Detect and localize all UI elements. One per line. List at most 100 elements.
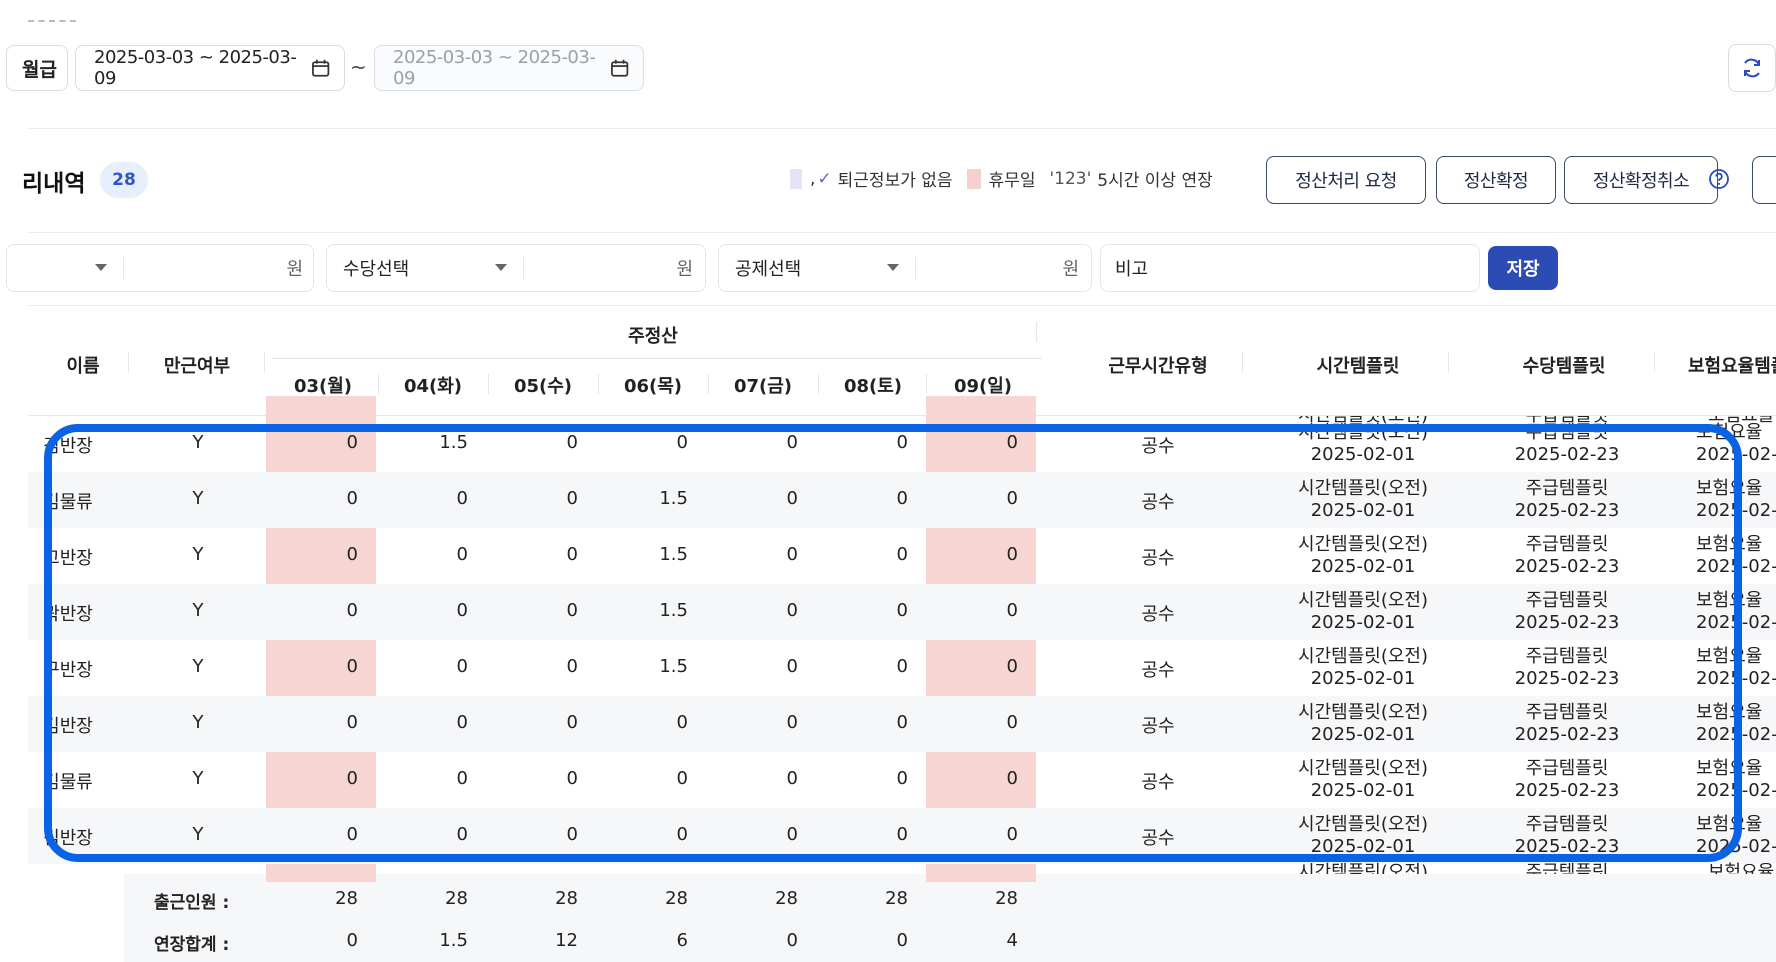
compare-date-range-value: 2025-03-03 ~ 2025-03-09: [393, 47, 596, 89]
header-day-0[interactable]: 03(월): [268, 372, 378, 398]
overtime-sum-value: 0: [346, 930, 358, 951]
overtime-sum-value: 0: [896, 930, 908, 951]
date-range-picker[interactable]: 2025-03-03 ~ 2025-03-09: [75, 45, 345, 91]
legend-sample: '123': [1049, 168, 1092, 189]
attend-count-value: 28: [445, 888, 468, 909]
header-name[interactable]: 이름: [28, 352, 138, 378]
attend-count-value: 28: [995, 888, 1018, 909]
header-divider: [128, 352, 129, 372]
settlement-request-button[interactable]: 정산처리 요청: [1266, 156, 1426, 204]
attend-count-value: 28: [885, 888, 908, 909]
header-day-6[interactable]: 09(일): [928, 372, 1038, 398]
attend-count-value: 28: [775, 888, 798, 909]
overtime-sum-value: 12: [555, 930, 578, 951]
overtime-sum-label: 연장합계 :: [154, 935, 230, 955]
item-amount-input[interactable]: 원: [127, 245, 303, 291]
holiday-column-marker: [926, 396, 1036, 416]
chevron-down-icon: [887, 264, 899, 271]
header-divider: [926, 374, 927, 394]
header-day-2[interactable]: 05(수): [488, 372, 598, 398]
pay-type-select[interactable]: 월급: [6, 45, 68, 91]
time-template-cell: 시간템플릿(오전): [1298, 862, 1428, 874]
footer-blank: [28, 874, 124, 962]
chevron-down-icon: [495, 264, 507, 271]
settlement-cancel-button[interactable]: 정산확정취소: [1564, 156, 1718, 204]
deduction-select-label: 공제선택: [735, 259, 802, 280]
allowance-template-cell: 주급템플릿: [1525, 862, 1609, 874]
field-divider: [915, 257, 916, 279]
header-day-5[interactable]: 08(토): [818, 372, 928, 398]
header-divider: [1242, 352, 1243, 372]
overtime-sum-value: 6: [676, 930, 688, 951]
header-divider: [264, 352, 265, 372]
refresh-button[interactable]: [1728, 44, 1776, 92]
table-footer: 출근인원 : 연장합계 : 28 28 28 28 28 28 28 0 1.5 12 6 0 0 4: [28, 874, 1776, 962]
deduction-filter-group: 공제선택 원: [718, 244, 1092, 292]
header-divider: [1036, 322, 1037, 342]
no-checkout-swatch: [790, 168, 802, 189]
memo-placeholder: 비고: [1115, 259, 1149, 280]
legend-no-checkout: 퇴근정보가 없음: [837, 171, 953, 191]
won-label: 원: [676, 259, 693, 280]
overtime-sum-value: 0: [786, 930, 798, 951]
cut-off-header: [28, 20, 76, 32]
deduction-select[interactable]: 공제선택: [735, 245, 899, 291]
divider: [28, 128, 1776, 129]
header-day-3[interactable]: 06(목): [598, 372, 708, 398]
header-insurance-template[interactable]: 보험요율템플: [1688, 352, 1776, 378]
date-range-value: 2025-03-03 ~ 2025-03-09: [94, 47, 297, 89]
overtime-sum-value: 1.5: [439, 930, 468, 951]
check-icon: ✓: [817, 168, 832, 189]
won-label: 원: [1062, 259, 1079, 280]
divider: [28, 232, 1776, 233]
holiday-column-marker: [266, 396, 376, 416]
header-allowance-template[interactable]: 수당템플릿: [1464, 352, 1664, 378]
item-select[interactable]: [19, 245, 107, 291]
extra-button[interactable]: [1752, 156, 1776, 204]
item-filter-group: 원: [6, 244, 314, 292]
table-header: 이름 만근여부 주정산 03(월) 04(화) 05(수) 06(목) 07(금…: [28, 306, 1776, 416]
save-button[interactable]: 저장: [1488, 246, 1558, 290]
field-divider: [523, 257, 524, 279]
compare-date-range-picker[interactable]: 2025-03-03 ~ 2025-03-09: [374, 45, 644, 91]
attend-count-value: 28: [665, 888, 688, 909]
header-divider: [1448, 352, 1449, 372]
attend-count-label: 출근인원 :: [154, 893, 230, 913]
allowance-filter-group: 수당선택 원: [326, 244, 706, 292]
legend-holiday: 휴무일: [988, 171, 1036, 191]
settlement-confirm-button[interactable]: 정산확정: [1436, 156, 1556, 204]
holiday-column-marker: [926, 874, 1036, 882]
header-day-1[interactable]: 04(화): [378, 372, 488, 398]
help-icon[interactable]: [1708, 168, 1730, 190]
attend-count-value: 28: [335, 888, 358, 909]
deduction-amount-input[interactable]: 원: [919, 245, 1079, 291]
settlement-page: 월급 2025-03-03 ~ 2025-03-09 ~ 2025-03-03 …: [0, 0, 1776, 962]
section-title: 리내역: [22, 171, 86, 197]
allowance-amount-input[interactable]: 원: [527, 245, 693, 291]
header-work-type[interactable]: 근무시간유형: [1058, 352, 1258, 378]
header-full-attendance[interactable]: 만근여부: [138, 352, 256, 378]
refresh-icon: [1744, 58, 1760, 78]
header-day-4[interactable]: 07(금): [708, 372, 818, 398]
holiday-swatch: [966, 168, 981, 189]
overtime-sum-value: 4: [1006, 930, 1018, 951]
memo-input[interactable]: 비고: [1100, 244, 1480, 292]
insurance-template-cell: 보험요율: [1708, 862, 1775, 874]
range-separator: ~: [350, 55, 367, 79]
calendar-icon: [311, 59, 329, 77]
header-divider: [1654, 352, 1655, 372]
calendar-icon: [610, 59, 628, 77]
count-badge: 28: [100, 162, 148, 198]
field-divider: [123, 257, 124, 279]
header-time-template[interactable]: 시간템플릿: [1258, 352, 1458, 378]
legend-over5: 5시간 이상 연장: [1097, 171, 1213, 191]
won-label: 원: [286, 259, 303, 280]
legend-comma: ,: [810, 168, 816, 189]
allowance-select[interactable]: 수당선택: [343, 245, 507, 291]
selection-highlight-box: [44, 424, 1742, 862]
holiday-column-marker: [266, 874, 376, 882]
header-divider: [272, 358, 1042, 359]
attend-count-value: 28: [555, 888, 578, 909]
legend: , ✓ 퇴근정보가 없음 휴무일 '123' 5시간 이상 연장: [790, 166, 1213, 191]
header-weekly: 주정산: [628, 326, 678, 347]
